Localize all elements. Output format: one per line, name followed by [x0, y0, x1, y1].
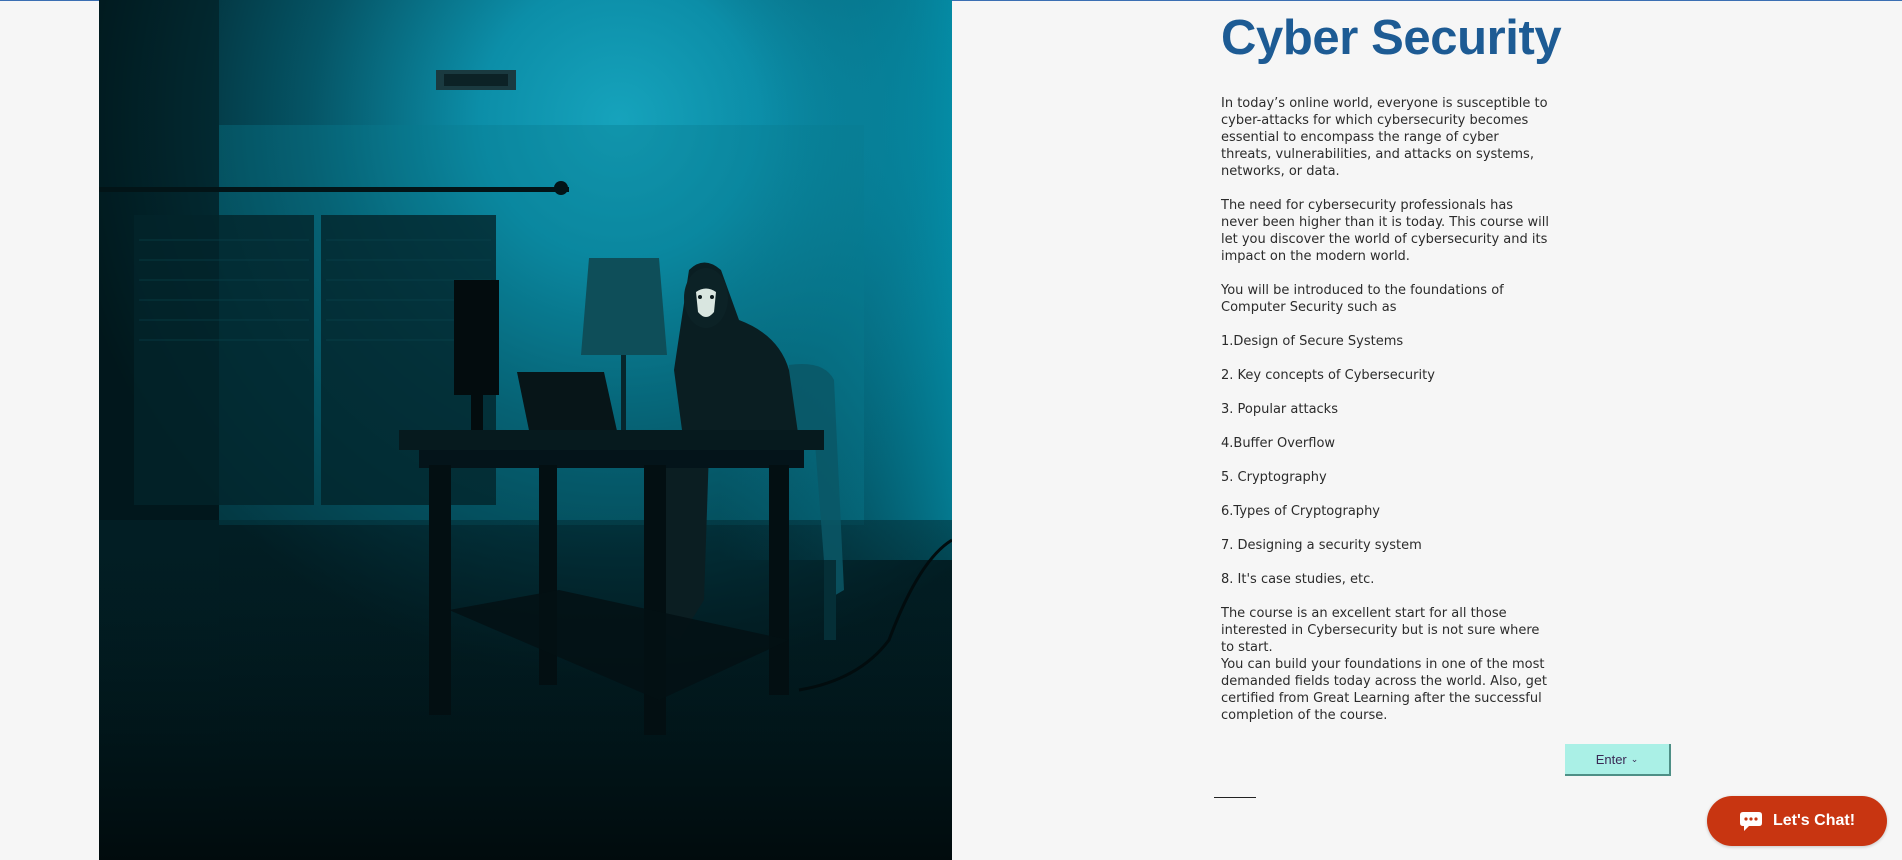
topic-item: 3. Popular attacks	[1221, 402, 1338, 417]
closing-paragraph: You can build your foundations in one of…	[1221, 657, 1547, 723]
hero-image-hooded-hacker	[99, 0, 952, 860]
topic-item: 1.Design of Secure Systems	[1221, 334, 1404, 349]
chat-bubble-icon	[1739, 810, 1763, 832]
lets-chat-label: Let's Chat!	[1772, 812, 1856, 829]
foundations-paragraph: You will be introduced to the foundation…	[1221, 283, 1504, 315]
need-paragraph: The need for cybersecurity professionals…	[1221, 198, 1550, 264]
enter-button-label: Enter	[1595, 751, 1627, 767]
chevron-down-icon: ⌄	[1630, 753, 1639, 764]
divider-line	[1214, 797, 1256, 798]
topic-item: 5. Cryptography	[1221, 470, 1327, 485]
topic-item: 6.Types of Cryptography	[1221, 504, 1380, 519]
intro-paragraph: In today’s online world, everyone is sus…	[1221, 96, 1548, 179]
closing-paragraph: The course is an excellent start for all…	[1221, 606, 1540, 655]
topic-item: 8. It's case studies, etc.	[1221, 572, 1375, 587]
lets-chat-button[interactable]: Let's Chat!	[1707, 796, 1887, 846]
course-description: In today’s online world, everyone is sus…	[1221, 95, 1551, 724]
topic-item: 2. Key concepts of Cybersecurity	[1221, 368, 1435, 383]
enter-button[interactable]: Enter ⌄	[1565, 744, 1671, 776]
page-title: Cyber Security	[1221, 11, 1562, 65]
topic-item: 4.Buffer Overflow	[1221, 436, 1336, 451]
topic-item: 7. Designing a security system	[1221, 538, 1422, 553]
